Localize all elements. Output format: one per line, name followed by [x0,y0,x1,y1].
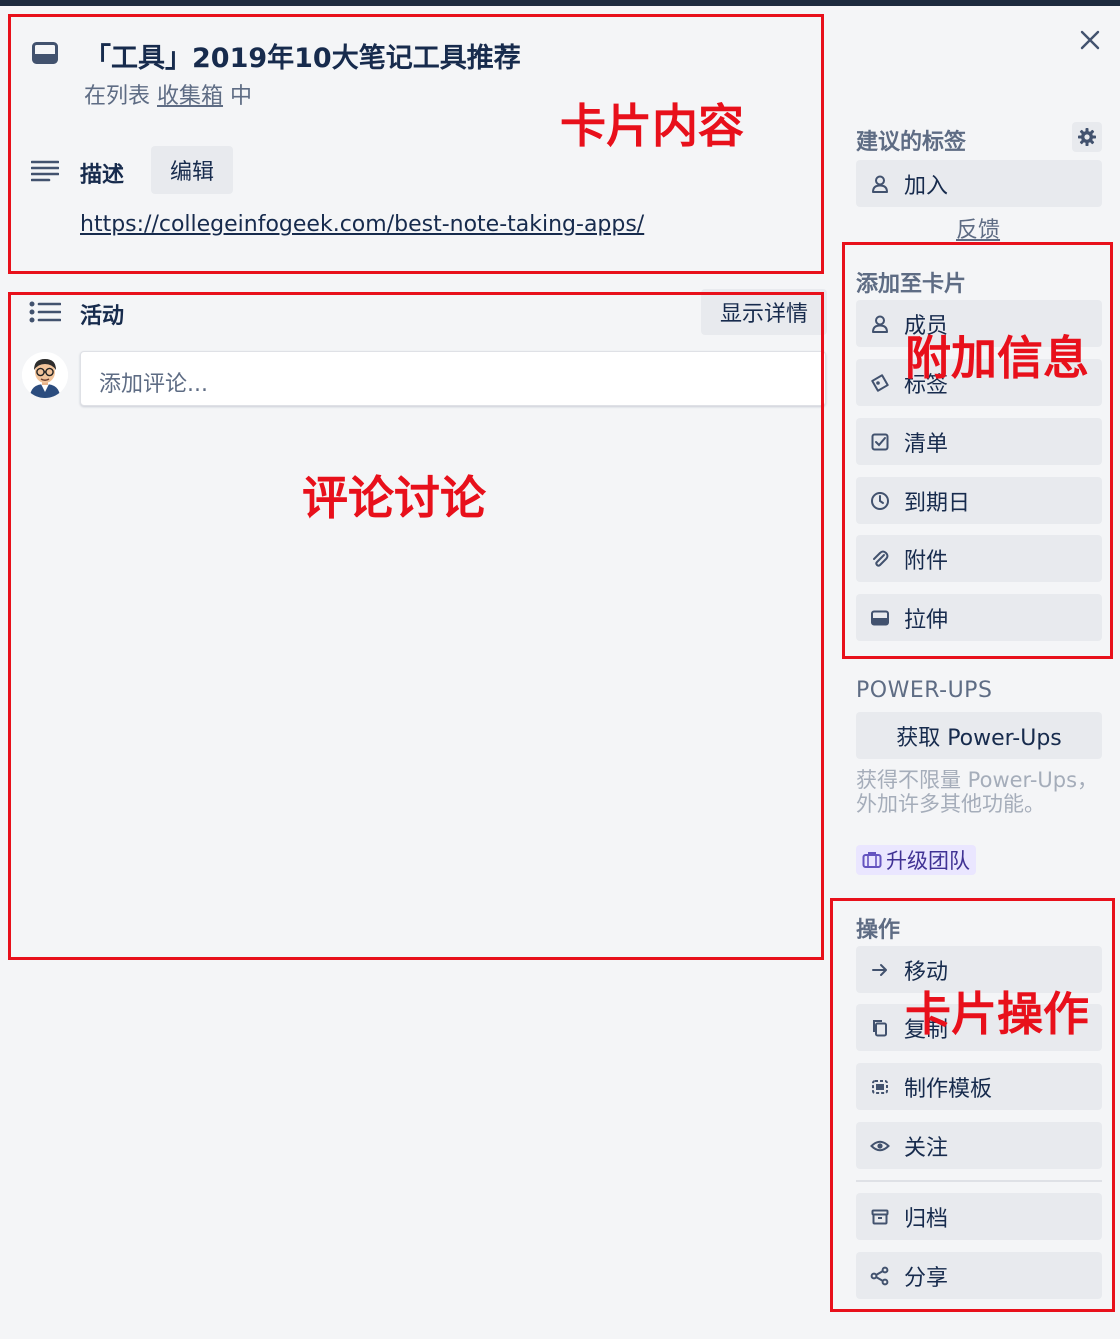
power-ups-heading: POWER-UPS [856,678,993,703]
comments-highlight [8,292,824,960]
top-bar [0,0,1120,6]
briefcase-icon [862,852,882,868]
feedback-link[interactable]: 反馈 [956,212,1000,244]
suggested-settings-button[interactable] [1072,122,1102,152]
upgrade-team-label: 升级团队 [886,849,970,873]
comments-annotation: 评论讨论 [302,471,486,525]
get-power-ups-button[interactable]: 获取 Power-Ups [856,712,1102,759]
card-actions-annotation: 卡片操作 [905,987,1089,1041]
join-button[interactable]: 加入 [856,160,1102,207]
upgrade-team-button[interactable]: 升级团队 [856,845,976,875]
power-ups-description: 获得不限量 Power-Ups，外加许多其他功能。 [856,768,1099,816]
card-content-annotation: 卡片内容 [560,99,744,153]
join-label: 加入 [904,173,949,199]
gear-icon [1078,128,1096,146]
suggested-heading: 建议的标签 [856,130,967,155]
extra-info-annotation: 附加信息 [905,331,1089,385]
extra-info-highlight [842,242,1113,659]
card-actions-highlight [830,898,1115,1312]
close-icon[interactable] [1078,28,1102,52]
member-icon [872,175,888,193]
